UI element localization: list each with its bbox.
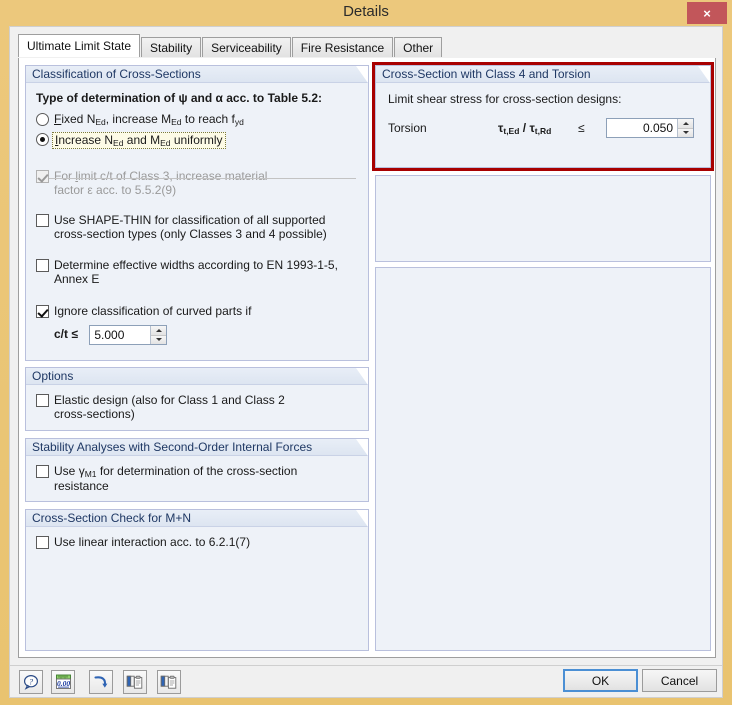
- group-header-stability-second-order: Stability Analyses with Second-Order Int…: [26, 439, 368, 456]
- ct-ratio-row: c/t ≤: [36, 325, 358, 345]
- gamma-symbol: γ: [78, 464, 85, 478]
- ct-ratio-spin-up[interactable]: [151, 326, 167, 336]
- torsion-limit-stepper[interactable]: [606, 118, 694, 138]
- ct-ratio-spin-buttons[interactable]: [150, 326, 167, 344]
- cancel-button[interactable]: Cancel: [642, 669, 717, 692]
- torsion-limit-spin-buttons[interactable]: [677, 119, 693, 137]
- group-right-empty-2: [375, 267, 711, 651]
- units-icon: 0.00: [55, 674, 71, 689]
- paste-settings-button[interactable]: [157, 670, 181, 694]
- group-cross-section-check-mn: Cross-Section Check for M+N Use linear i…: [25, 509, 369, 651]
- group-header-options: Options: [26, 368, 368, 385]
- tab-fire-resistance[interactable]: Fire Resistance: [291, 37, 394, 57]
- checkbox-use-linear-interaction-indicator[interactable]: [36, 536, 49, 549]
- group-header-classification: Classification of Cross-Sections: [26, 66, 368, 83]
- torsion-limit-spin-up[interactable]: [678, 119, 693, 129]
- dialog-footer: ? 0.00 OK Cancel: [9, 666, 723, 698]
- page-title: Details: [343, 3, 389, 20]
- help-icon: ?: [23, 674, 39, 690]
- torsion-formula: τt,Ed / τt,Rd: [498, 121, 552, 136]
- group-right-empty-1: [375, 175, 711, 262]
- psi-symbol: ψ: [178, 91, 188, 105]
- tab-serviceability[interactable]: Serviceability: [202, 37, 291, 57]
- tab-bar: Ultimate Limit State Stability Serviceab…: [18, 34, 443, 57]
- radio-increase-ned-med[interactable]: Increase NEd and MEd uniformly: [36, 132, 358, 149]
- checkbox-ignore-curved-parts-label: Ignore classification of curved parts if: [54, 304, 252, 318]
- group-options: Options Elastic design (also for Class 1…: [25, 367, 369, 431]
- group-classification-of-cross-sections: Classification of Cross-Sections Type of…: [25, 65, 369, 361]
- copy-settings-button[interactable]: [123, 670, 147, 694]
- checkbox-use-linear-interaction-label: Use linear interaction acc. to 6.2.1(7): [54, 535, 251, 549]
- torsion-limit-input[interactable]: [607, 119, 677, 137]
- units-button[interactable]: 0.00: [51, 670, 75, 694]
- checkbox-limit-ct-class3-indicator[interactable]: [36, 170, 49, 183]
- copy-settings-icon: [126, 675, 143, 689]
- help-button[interactable]: ?: [19, 670, 43, 694]
- checkbox-use-shape-thin[interactable]: Use SHAPE-THIN for classification of all…: [36, 213, 358, 241]
- radio-fixed-ned-label: Fixed NEd, increase MEd to reach fyd: [54, 112, 244, 127]
- radio-fixed-ned-indicator[interactable]: [36, 113, 49, 126]
- limit-shear-stress-subtitle: Limit shear stress for cross-section des…: [388, 92, 622, 106]
- alpha-symbol: α: [215, 91, 223, 105]
- restore-default-icon: [94, 676, 108, 688]
- checkbox-use-linear-interaction[interactable]: Use linear interaction acc. to 6.2.1(7): [36, 535, 358, 549]
- tab-stability[interactable]: Stability: [141, 37, 202, 57]
- checkbox-use-shape-thin-label: Use SHAPE-THIN for classification of all…: [54, 213, 327, 241]
- ct-ratio-stepper[interactable]: [89, 325, 168, 345]
- checkbox-use-gamma-m1-label: Use γM1 for determination of the cross-s…: [54, 464, 298, 493]
- title-bar: Details ×: [0, 0, 732, 26]
- group-cross-section-class4-torsion: Cross-Section with Class 4 and Torsion L…: [375, 65, 711, 168]
- group-stability-second-order: Stability Analyses with Second-Order Int…: [25, 438, 369, 502]
- checkbox-elastic-design-indicator[interactable]: [36, 394, 49, 407]
- checkbox-determine-effective-widths[interactable]: Determine effective widths according to …: [36, 258, 358, 286]
- checkbox-use-gamma-m1-indicator[interactable]: [36, 465, 49, 478]
- checkbox-limit-ct-class3[interactable]: For limit c/t of Class 3, increase mater…: [36, 169, 358, 197]
- checkbox-determine-effective-widths-label: Determine effective widths according to …: [54, 258, 338, 286]
- checkbox-elastic-design[interactable]: Elastic design (also for Class 1 and Cla…: [36, 393, 358, 421]
- radio-increase-ned-med-indicator[interactable]: [36, 133, 49, 146]
- tab-page-ultimate-limit-state: Classification of Cross-Sections Type of…: [18, 58, 716, 658]
- group-header-class4-torsion: Cross-Section with Class 4 and Torsion: [376, 66, 710, 83]
- tab-ultimate-limit-state[interactable]: Ultimate Limit State: [18, 34, 141, 57]
- tab-other[interactable]: Other: [394, 37, 443, 57]
- checkbox-elastic-design-label: Elastic design (also for Class 1 and Cla…: [54, 393, 285, 421]
- torsion-limit-spin-down[interactable]: [678, 128, 693, 137]
- checkbox-determine-effective-widths-indicator[interactable]: [36, 259, 49, 272]
- torsion-label: Torsion: [388, 121, 427, 135]
- torsion-limit-row: Torsion τt,Ed / τt,Rd ≤: [388, 118, 698, 138]
- group-header-cross-section-check-mn: Cross-Section Check for M+N: [26, 510, 368, 527]
- paste-settings-icon: [160, 675, 177, 689]
- close-button[interactable]: ×: [687, 2, 727, 24]
- checkbox-limit-ct-class3-label: For limit c/t of Class 3, increase mater…: [54, 169, 268, 197]
- close-icon: ×: [703, 5, 711, 21]
- dialog-client-area: Ultimate Limit State Stability Serviceab…: [9, 26, 723, 666]
- ct-ratio-label: c/t ≤: [54, 327, 78, 342]
- torsion-operator: ≤: [578, 121, 585, 135]
- ct-ratio-input[interactable]: [90, 326, 151, 344]
- radio-fixed-ned[interactable]: Fixed NEd, increase MEd to reach fyd: [36, 112, 358, 127]
- ct-ratio-spin-down[interactable]: [151, 335, 167, 344]
- checkbox-use-shape-thin-indicator[interactable]: [36, 214, 49, 227]
- checkbox-ignore-curved-parts-indicator[interactable]: [36, 305, 49, 318]
- radio-increase-ned-med-label: Increase NEd and MEd uniformly: [52, 132, 226, 149]
- ok-button[interactable]: OK: [563, 669, 638, 692]
- checkbox-ignore-curved-parts[interactable]: Ignore classification of curved parts if: [36, 304, 358, 318]
- restore-default-button[interactable]: [89, 670, 113, 694]
- section-divider: [36, 178, 356, 179]
- details-dialog-window: Details × Ultimate Limit State Stability…: [0, 0, 732, 705]
- group-right-empty-1-body: [376, 176, 710, 188]
- group-right-empty-2-body: [376, 268, 710, 280]
- checkbox-use-gamma-m1[interactable]: Use γM1 for determination of the cross-s…: [36, 464, 358, 493]
- type-of-determination-label: Type of determination of ψ and α acc. to…: [36, 91, 323, 105]
